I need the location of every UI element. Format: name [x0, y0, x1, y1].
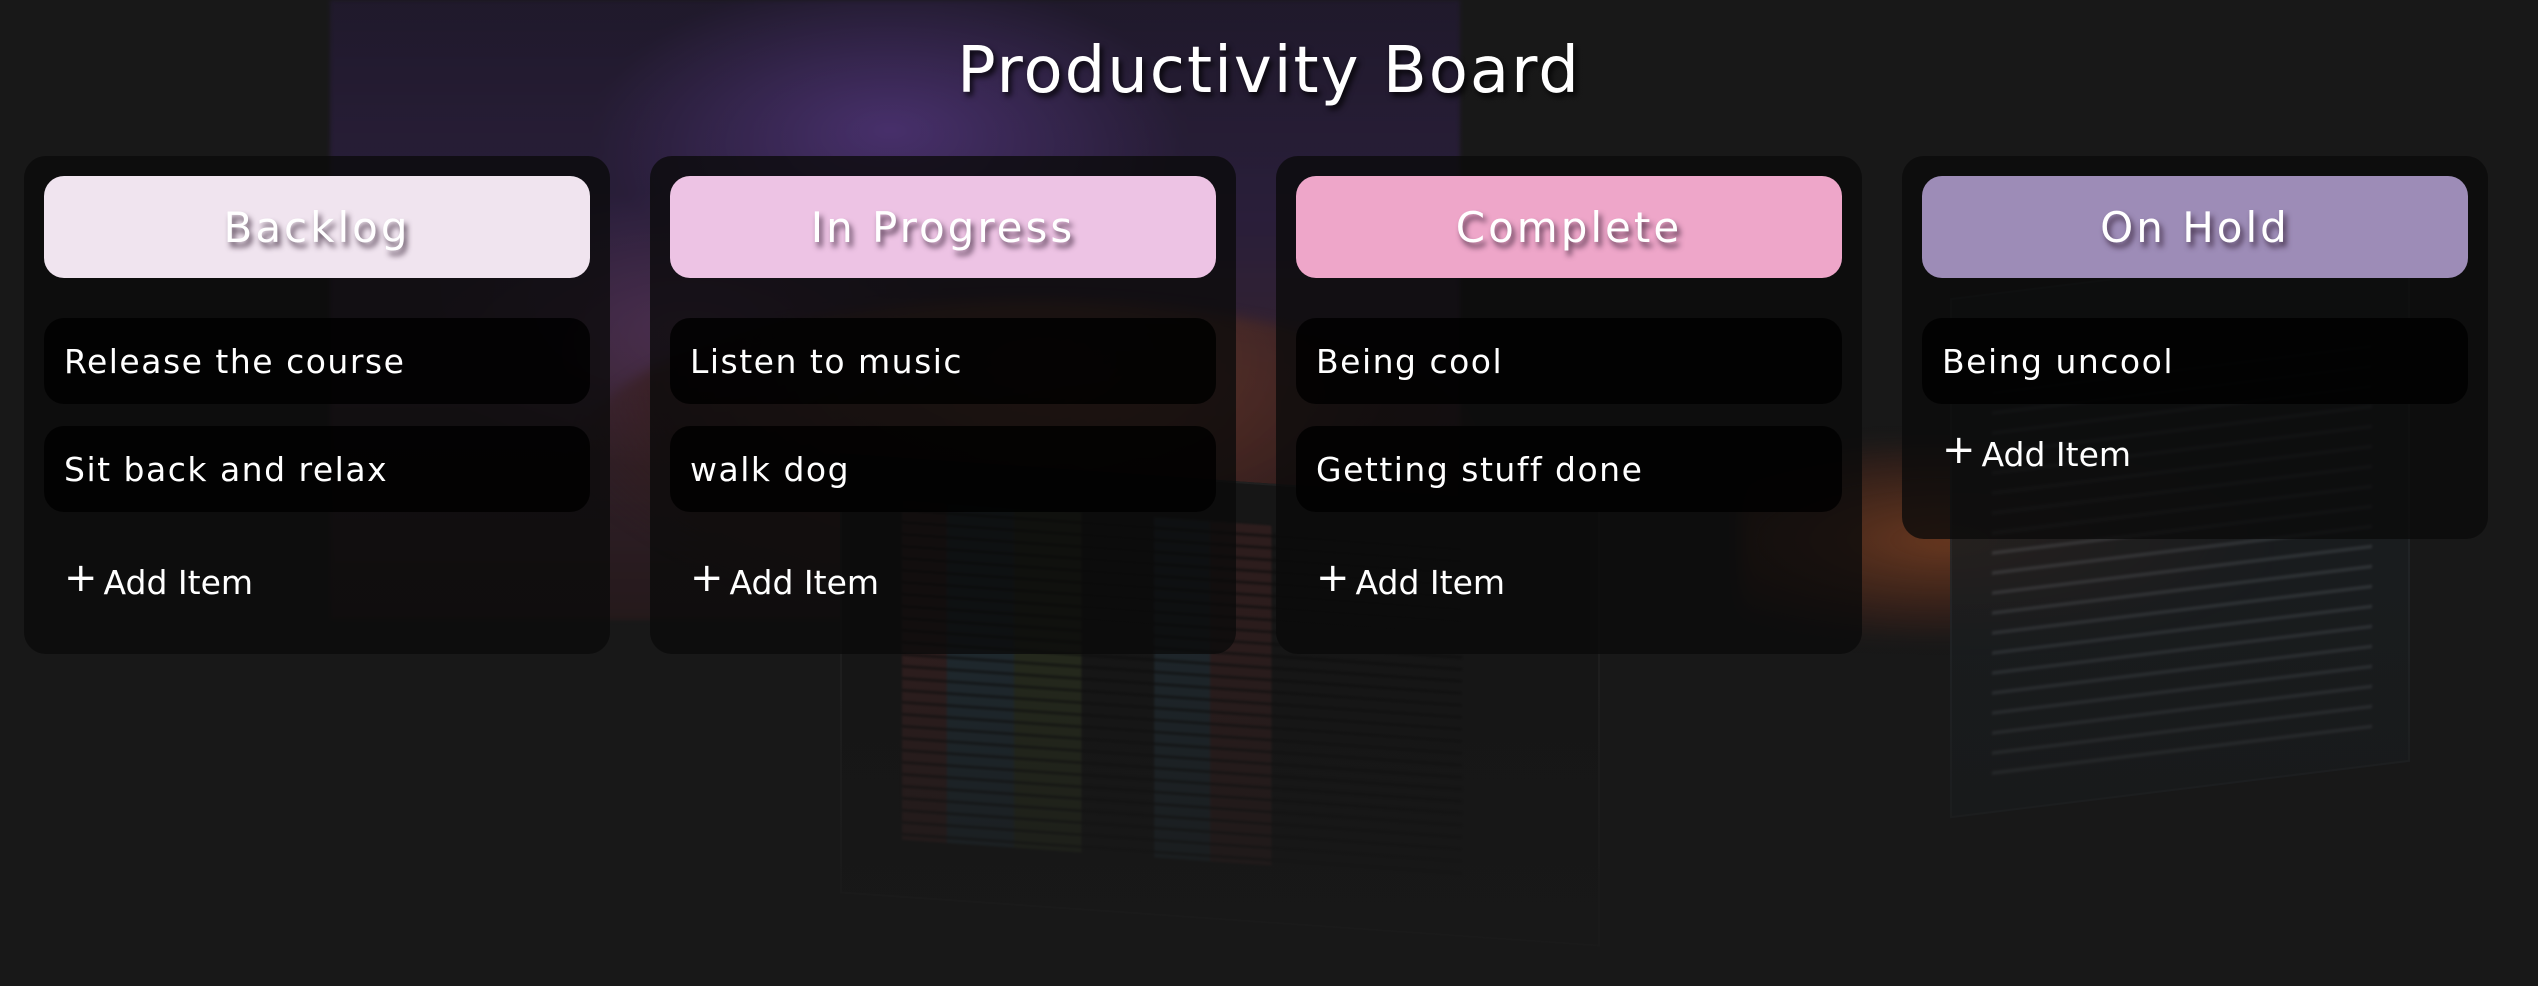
plus-icon: + — [690, 555, 724, 601]
add-item-button[interactable]: + Add Item — [690, 558, 1216, 602]
task-card[interactable]: walk dog — [670, 426, 1216, 512]
page-title: Productivity Board — [957, 34, 1581, 108]
column-header-on-hold[interactable]: On Hold — [1922, 176, 2468, 278]
column-header-in-progress[interactable]: In Progress — [670, 176, 1216, 278]
add-item-label: Add Item — [729, 562, 880, 602]
column-header-complete[interactable]: Complete — [1296, 176, 1842, 278]
column-in-progress: In Progress Listen to music walk dog + A… — [650, 156, 1236, 654]
column-backlog: Backlog Release the course Sit back and … — [24, 156, 610, 654]
task-card[interactable]: Being cool — [1296, 318, 1842, 404]
productivity-board: Productivity Board Backlog Release the c… — [0, 0, 2538, 986]
add-item-label: Add Item — [1355, 562, 1506, 602]
task-card[interactable]: Getting stuff done — [1296, 426, 1842, 512]
add-item-label: Add Item — [103, 562, 254, 602]
task-card[interactable]: Listen to music — [670, 318, 1216, 404]
plus-icon: + — [64, 555, 98, 601]
add-item-button[interactable]: + Add Item — [1316, 558, 1842, 602]
task-card[interactable]: Being uncool — [1922, 318, 2468, 404]
add-item-button[interactable]: + Add Item — [1942, 430, 2468, 474]
task-card[interactable]: Release the course — [44, 318, 590, 404]
add-item-label: Add Item — [1981, 434, 2132, 474]
plus-icon: + — [1316, 555, 1350, 601]
plus-icon: + — [1942, 427, 1976, 473]
column-complete: Complete Being cool Getting stuff done +… — [1276, 156, 1862, 654]
column-on-hold: On Hold Being uncool + Add Item — [1902, 156, 2488, 539]
task-card[interactable]: Sit back and relax — [44, 426, 590, 512]
add-item-button[interactable]: + Add Item — [64, 558, 590, 602]
column-header-backlog[interactable]: Backlog — [44, 176, 590, 278]
